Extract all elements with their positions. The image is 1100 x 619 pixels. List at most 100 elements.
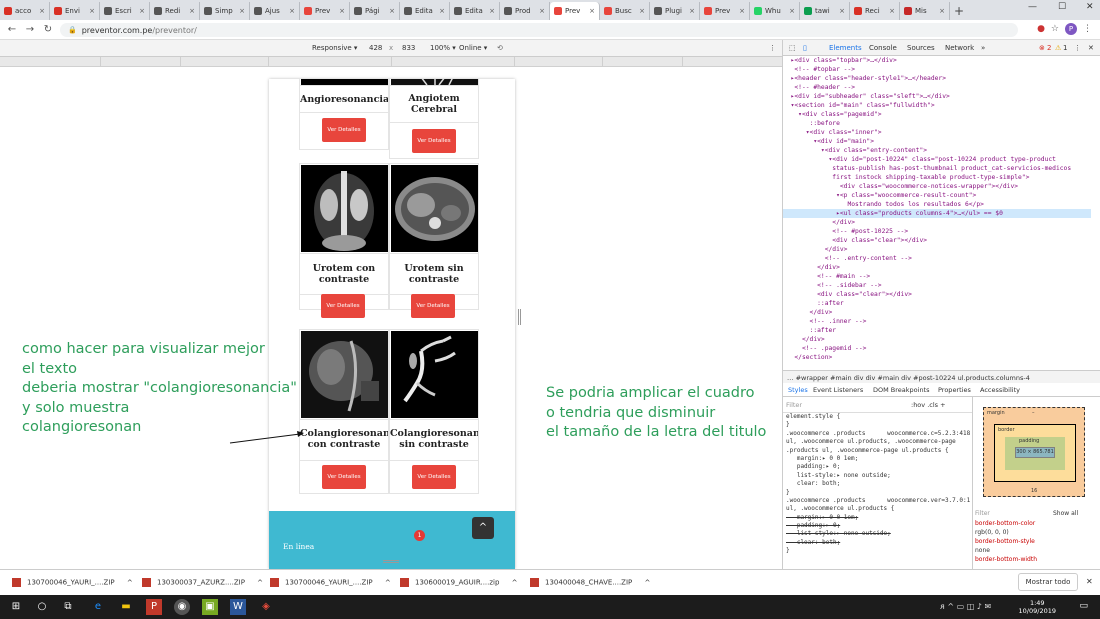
browser-tab[interactable]: Edita ×	[400, 2, 450, 20]
dom-node-line[interactable]: ▾<section id="main" class="fullwidth">	[783, 101, 1091, 110]
product-title[interactable]: Urotem sin contraste	[390, 264, 478, 285]
css-rule-line[interactable]: }	[783, 489, 972, 497]
elements-tree[interactable]: ▸<div class="topbar">…</div> <!-- #topba…	[783, 56, 1091, 370]
browser-tab[interactable]: Edita ×	[450, 2, 500, 20]
dom-node-line[interactable]: </div>	[783, 218, 1091, 227]
profile-avatar[interactable]: P	[1065, 23, 1077, 35]
tab-close-icon[interactable]: ×	[589, 7, 595, 15]
download-item[interactable]: 130700046_YAURI_....ZIP ^	[12, 578, 133, 587]
chat-online-label[interactable]: En línea	[283, 542, 314, 551]
app2-icon[interactable]: ◈	[258, 599, 274, 615]
browser-tab[interactable]: Prev ×	[550, 2, 600, 20]
device-toggle-icon[interactable]: ▯	[803, 44, 807, 52]
tab-close-icon[interactable]: ×	[39, 7, 45, 15]
browser-tab[interactable]: Prev ×	[700, 2, 750, 20]
file-explorer-icon[interactable]: ▬	[118, 599, 134, 615]
browser-tab[interactable]: acco ×	[0, 2, 50, 20]
ver-detalles-button[interactable]: Ver Detalles	[411, 294, 455, 318]
dom-node-line[interactable]: <div class="woocommerce-notices-wrapper"…	[783, 182, 1091, 191]
tab-close-icon[interactable]: ×	[389, 7, 395, 15]
computed-property[interactable]: border-bottom-width	[975, 555, 1100, 564]
product-card[interactable]: Angioresonancia Ver Detalles	[299, 79, 389, 150]
scroll-to-top-button[interactable]: ^	[472, 517, 494, 539]
zoom-select[interactable]: 100% ▾	[430, 44, 456, 52]
tab-close-icon[interactable]: ×	[339, 7, 345, 15]
dom-node-line[interactable]: ▾<div id="main">	[783, 137, 1091, 146]
subtab-styles[interactable]: Styles	[788, 386, 808, 394]
download-item[interactable]: 130400048_CHAVE....ZIP ^	[530, 578, 650, 587]
css-rule-line[interactable]: clear: both;	[783, 480, 972, 488]
menu-kebab-icon[interactable]: ⋮	[1083, 24, 1092, 34]
dom-node-line[interactable]: </div>	[783, 263, 1091, 272]
dom-node-line[interactable]: <!-- #main -->	[783, 272, 1091, 281]
dom-node-line[interactable]: ::after	[783, 299, 1091, 308]
dom-node-line[interactable]: ▾<div id="post-10224" class="post-10224 …	[783, 155, 1091, 164]
devtools-menu-icon[interactable]: ⋮	[1074, 44, 1081, 52]
word-icon[interactable]: W	[230, 599, 246, 615]
viewport-resize-handle-right[interactable]	[518, 309, 521, 325]
product-title-line2[interactable]: con contraste	[300, 440, 388, 451]
subtab-properties[interactable]: Properties	[938, 386, 971, 394]
dom-node-line[interactable]: <div class="clear"></div>	[783, 236, 1091, 245]
close-downloads-icon[interactable]: ✕	[1086, 577, 1093, 586]
tab-close-icon[interactable]: ×	[889, 7, 895, 15]
tab-close-icon[interactable]: ×	[289, 7, 295, 15]
computed-property[interactable]: border-bottom-color	[975, 519, 1100, 528]
inspect-icon[interactable]: ⬚	[789, 44, 796, 52]
show-all-checkbox[interactable]: Show all	[1053, 509, 1078, 518]
dom-node-line[interactable]: </section>	[783, 353, 1091, 362]
dom-node-line[interactable]: <!-- .inner -->	[783, 317, 1091, 326]
browser-tab[interactable]: Busc ×	[600, 2, 650, 20]
tab-close-icon[interactable]: ×	[739, 7, 745, 15]
css-rule-line[interactable]: ul, .woocommerce ul.products {	[783, 505, 972, 513]
product-image-colangio-sin[interactable]	[391, 331, 478, 418]
product-title-line1[interactable]: Colangioresonan	[300, 429, 388, 440]
css-rule-line[interactable]: .woocommerce .products woocommerce.c=5.2…	[783, 430, 972, 438]
system-tray-icons[interactable]: ᴙ ^ ▭ ◫ ♪ ✉	[940, 602, 991, 611]
ver-detalles-button[interactable]: Ver Detalles	[321, 294, 365, 318]
download-options-icon[interactable]: ^	[255, 579, 263, 587]
reload-icon[interactable]: ↻	[40, 24, 56, 35]
device-width-input[interactable]: 428	[369, 44, 382, 52]
download-item[interactable]: 130300037_AZURZ....ZIP ^	[142, 578, 263, 587]
tab-close-icon[interactable]: ×	[789, 7, 795, 15]
browser-tab[interactable]: Envi ×	[50, 2, 100, 20]
browser-tab[interactable]: Mis ×	[900, 2, 950, 20]
tab-sources[interactable]: Sources	[907, 44, 935, 52]
dom-node-line[interactable]: ▾<div class="pagemid">	[783, 110, 1091, 119]
powerpoint-icon[interactable]: P	[146, 599, 162, 615]
ver-detalles-button[interactable]: Ver Detalles	[412, 129, 456, 153]
dom-node-line[interactable]: ▸<header class="header-style1">…</header…	[783, 74, 1091, 83]
tab-close-icon[interactable]: ×	[839, 7, 845, 15]
product-card[interactable]: Urotem sin contraste	[389, 163, 479, 310]
computed-property[interactable]: none	[975, 546, 1100, 555]
computed-pane[interactable]: Filter Show all border-bottom-color rgb(0…	[975, 509, 1100, 569]
browser-tab[interactable]: Redi ×	[150, 2, 200, 20]
dom-node-line[interactable]: <!-- .entry-content -->	[783, 254, 1091, 263]
device-select[interactable]: Responsive ▾	[312, 44, 357, 52]
warning-icon[interactable]: ⚠	[1055, 44, 1061, 52]
subtab-event-listeners[interactable]: Event Listeners	[813, 386, 863, 394]
dom-node-line[interactable]: ▾<p class="woocommerce-result-count">	[783, 191, 1091, 200]
browser-tab[interactable]: Simp ×	[200, 2, 250, 20]
maximize-icon[interactable]: ☐	[1058, 2, 1066, 12]
product-card[interactable]: Colangioresonan con contraste Ver Detall…	[299, 329, 389, 494]
dom-node-line[interactable]: </div>	[783, 308, 1091, 317]
forward-icon[interactable]: →	[22, 24, 38, 35]
browser-tab[interactable]: tawi ×	[800, 2, 850, 20]
windows-start-icon[interactable]: ⊞	[8, 599, 24, 615]
product-title[interactable]: Angioresonancia	[300, 95, 388, 106]
download-item[interactable]: 130600019_AGUIR....zip ^	[400, 578, 518, 587]
app-icon[interactable]: ▣	[202, 599, 218, 615]
product-title-line1[interactable]: Colangioresonan	[390, 429, 478, 440]
computed-property[interactable]: rgb(0, 0, 0)	[975, 528, 1100, 537]
clock[interactable]: 1:49 10/09/2019	[1019, 599, 1056, 615]
download-item[interactable]: 130700046_YAURI_....ZIP ^	[270, 578, 391, 587]
css-rule-line[interactable]: margin:▸ 0 0 1em;	[783, 514, 972, 522]
warning-count[interactable]: 1	[1063, 44, 1067, 52]
dom-node-line[interactable]: </div>	[783, 245, 1091, 254]
computed-property[interactable]: border-bottom-style	[975, 537, 1100, 546]
ver-detalles-button[interactable]: Ver Detalles	[412, 465, 456, 489]
tab-network[interactable]: Network	[945, 44, 974, 52]
dom-node-line[interactable]: <div class="clear"></div>	[783, 290, 1091, 299]
